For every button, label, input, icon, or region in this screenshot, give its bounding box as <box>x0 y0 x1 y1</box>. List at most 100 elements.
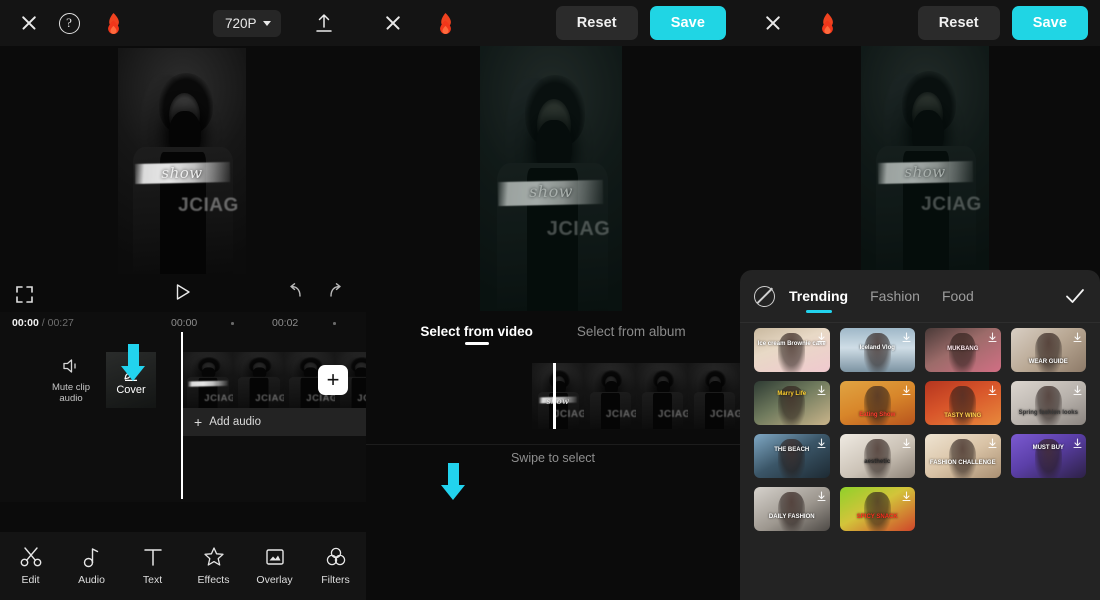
download-icon[interactable] <box>1072 330 1083 343</box>
cover-label: Cover <box>116 383 146 396</box>
mute-clip-audio-button[interactable]: Mute clip audio <box>40 358 102 404</box>
play-icon[interactable] <box>174 283 192 306</box>
reset-button[interactable]: Reset <box>917 6 1000 40</box>
reset-button[interactable]: Reset <box>555 6 638 40</box>
editor-topbar: ? 720P <box>0 0 366 46</box>
tool-overlay[interactable]: Overlay <box>246 546 304 586</box>
template-caption: aesthetic <box>864 458 891 465</box>
template-card[interactable]: FASHION CHALLENGE <box>925 434 1001 478</box>
three-circles-icon <box>326 547 345 566</box>
template-thumbnail-art <box>1034 333 1062 372</box>
cover-frame-strip[interactable]: show JCIAG JCIAG JCIAG JCIAG <box>366 363 740 429</box>
cover-frame[interactable]: show JCIAG <box>532 363 584 429</box>
download-icon[interactable] <box>816 489 827 502</box>
close-icon[interactable] <box>758 8 788 38</box>
tab-fashion[interactable]: Fashion <box>870 278 920 315</box>
flame-icon[interactable] <box>98 8 128 38</box>
tool-audio[interactable]: Audio <box>63 546 121 586</box>
template-card[interactable]: Eating Show <box>839 381 915 425</box>
resolution-selector[interactable]: 720P <box>213 9 281 37</box>
help-icon[interactable]: ? <box>54 8 84 38</box>
template-card[interactable]: MUKBANG <box>925 328 1001 372</box>
template-sheet: Trending Fashion Food Ice cream Brownie … <box>740 270 1100 600</box>
upload-icon[interactable] <box>309 8 339 38</box>
template-sheet-header: Trending Fashion Food <box>740 270 1100 322</box>
cover-topbar: Reset Save <box>366 0 740 46</box>
cover-selection-marker[interactable] <box>553 363 556 429</box>
tool-filters[interactable]: Filters <box>307 546 365 586</box>
picture-frame-icon <box>265 549 284 565</box>
template-card[interactable]: Ice cream Brownie cake <box>754 328 830 372</box>
template-card[interactable]: TASTY WING <box>925 381 1001 425</box>
template-card[interactable]: SPICY SNACK <box>839 487 915 531</box>
template-card[interactable]: DAILY FASHION <box>754 487 830 531</box>
app-screen: ? 720P show JCIAG 00:00 / 00:27 00:00 00… <box>0 0 1100 600</box>
tool-edit[interactable]: Edit <box>2 546 60 586</box>
playhead[interactable] <box>181 332 183 499</box>
cover-frame[interactable]: JCIAG <box>636 363 688 429</box>
filmstrip-frame: JCIAG <box>182 352 233 408</box>
template-caption: SPICY SNACK <box>856 514 898 521</box>
current-time: 00:00 <box>12 317 39 329</box>
download-icon[interactable] <box>987 436 998 449</box>
add-audio-button[interactable]: + Add audio <box>182 408 366 436</box>
tool-text[interactable]: Text <box>124 546 182 586</box>
download-icon[interactable] <box>1072 383 1083 396</box>
tool-effects[interactable]: Effects <box>185 546 243 586</box>
download-icon[interactable] <box>816 383 827 396</box>
cover-frame[interactable]: JCIAG <box>688 363 740 429</box>
no-template-icon[interactable] <box>754 285 775 307</box>
save-button[interactable]: Save <box>1011 6 1088 40</box>
video-preview[interactable]: show JCIAG <box>118 48 246 274</box>
template-card[interactable]: Marry Life <box>754 381 830 425</box>
divider <box>366 444 740 445</box>
check-icon[interactable] <box>1064 285 1086 307</box>
tab-trending[interactable]: Trending <box>789 278 848 315</box>
ruler-dot <box>333 322 336 325</box>
template-thumbnail-art <box>778 439 806 478</box>
add-clip-button[interactable]: + <box>318 365 348 395</box>
download-icon[interactable] <box>901 436 912 449</box>
template-card[interactable]: THE BEACH <box>754 434 830 478</box>
add-audio-label: Add audio <box>209 416 261 428</box>
cover-preview-stage: show JCIAG <box>366 46 740 311</box>
template-preview[interactable]: show JCIAG <box>861 46 989 274</box>
template-card[interactable]: MUST BUY <box>1010 434 1086 478</box>
template-card[interactable]: Iceland Vlog <box>839 328 915 372</box>
save-button[interactable]: Save <box>649 6 726 40</box>
flame-icon[interactable] <box>430 8 460 38</box>
template-card[interactable]: aesthetic <box>839 434 915 478</box>
template-caption: FASHION CHALLENGE <box>929 459 996 466</box>
fullscreen-icon[interactable] <box>16 285 33 303</box>
close-icon[interactable] <box>14 8 44 38</box>
template-caption: Iceland Vlog <box>859 344 895 351</box>
template-thumbnail-art <box>1034 386 1062 425</box>
flame-icon[interactable] <box>812 8 842 38</box>
close-icon[interactable] <box>378 8 408 38</box>
template-caption: MUKBANG <box>947 346 979 353</box>
download-icon[interactable] <box>901 330 912 343</box>
template-card[interactable]: WEAR GUIDE <box>1010 328 1086 372</box>
download-icon[interactable] <box>816 330 827 343</box>
tool-edit-label: Edit <box>21 574 40 586</box>
template-thumbnail-art <box>949 386 977 425</box>
tool-filters-label: Filters <box>321 574 350 586</box>
undo-icon[interactable] <box>287 283 304 305</box>
download-icon[interactable] <box>901 489 912 502</box>
tab-food[interactable]: Food <box>942 278 974 315</box>
download-icon[interactable] <box>987 383 998 396</box>
time-display: 00:00 / 00:27 <box>12 317 74 329</box>
tab-select-from-album[interactable]: Select from album <box>577 324 686 345</box>
download-icon[interactable] <box>901 383 912 396</box>
cover-preview[interactable]: show JCIAG <box>480 46 622 311</box>
download-icon[interactable] <box>987 330 998 343</box>
cover-frame[interactable]: JCIAG <box>584 363 636 429</box>
redo-icon[interactable] <box>327 283 344 305</box>
template-card[interactable]: Spring fashion looks <box>1010 381 1086 425</box>
tab-select-from-video[interactable]: Select from video <box>420 324 533 345</box>
template-caption: Spring fashion looks <box>1018 410 1078 417</box>
download-icon[interactable] <box>816 436 827 449</box>
ruler-tick: 00:02 <box>272 317 299 329</box>
download-icon[interactable] <box>1072 436 1083 449</box>
template-picker-panel: Reset Save show JCIAG Trending Fashion F… <box>740 0 1100 600</box>
